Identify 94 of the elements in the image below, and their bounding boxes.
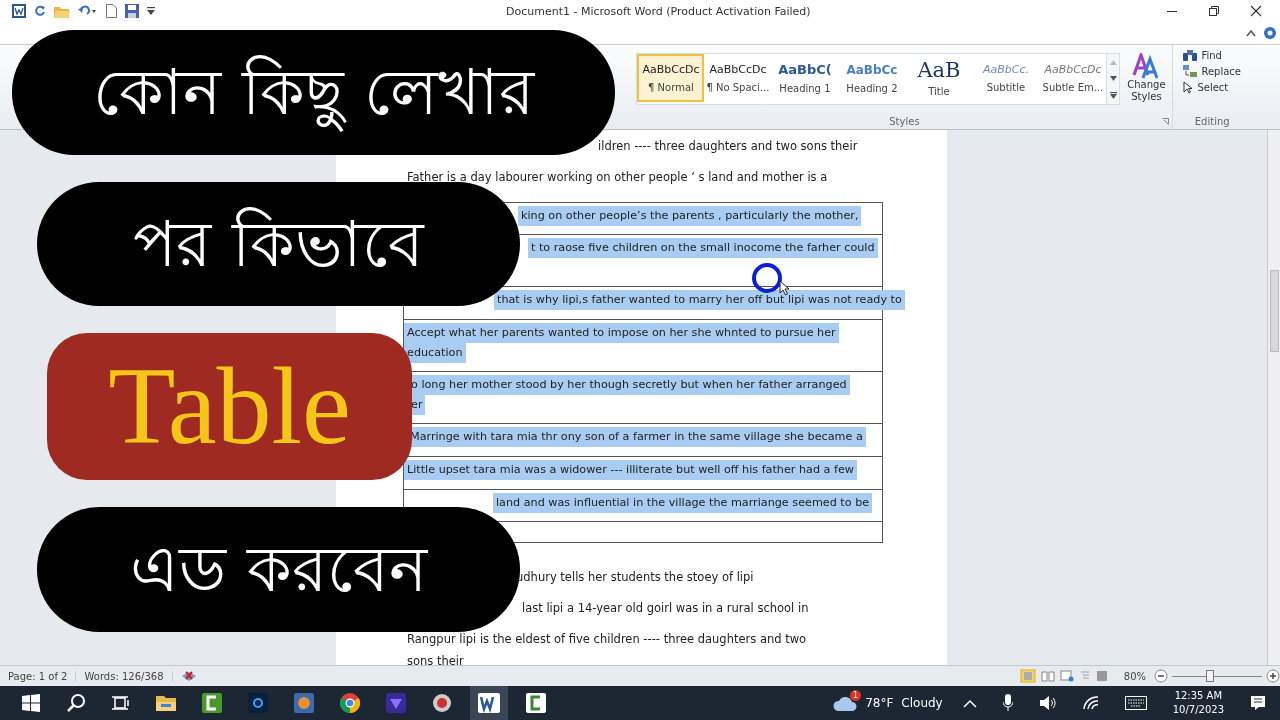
- notifications-icon[interactable]: [1250, 695, 1266, 711]
- style-item[interactable]: AaBbCc. Subtitle: [972, 54, 1040, 102]
- paragraph-line: Rangpur lipi is the eldest of five children ---- three daughters and two: [407, 631, 807, 646]
- pointer-icon: [1183, 81, 1194, 94]
- zoom-out-icon[interactable]: [1154, 669, 1168, 683]
- zoom-slider-thumb[interactable]: [1205, 670, 1214, 682]
- editing-button[interactable]: Find: [1181, 49, 1243, 62]
- style-sample: AaBbCcDc: [709, 63, 767, 76]
- caption-text: Table: [107, 344, 352, 470]
- window-title: Document1 - Microsoft Word (Product Activation Failed): [506, 4, 811, 18]
- repeat-icon[interactable]: [34, 5, 46, 17]
- mouse-pointer-icon: [779, 280, 790, 296]
- style-item[interactable]: AaBbCcDc ¶ No Spaci...: [704, 54, 772, 102]
- style-sample: AaB: [917, 59, 961, 80]
- style-item[interactable]: AaBbC( Heading 1: [771, 54, 839, 102]
- editing-button[interactable]: Select: [1181, 80, 1243, 95]
- group-label: Styles: [889, 116, 920, 127]
- notification-badge: 1: [850, 690, 862, 701]
- speaker-icon[interactable]: [1038, 695, 1057, 711]
- style-sample: AaBbCc: [846, 62, 898, 77]
- chevron-up-icon[interactable]: [962, 698, 977, 708]
- style-name: ¶ No Spaci...: [706, 82, 770, 93]
- help-icon[interactable]: [1264, 27, 1276, 39]
- table-cell-text: that is why lipi,s father wanted to marry her off but lipi was not ready to: [494, 290, 905, 310]
- table-cell-text: king on other people’s the parents , particularly the mother,: [518, 206, 862, 226]
- style-sample: AaBbC(: [778, 62, 832, 77]
- paragraph-line: sons their: [407, 654, 464, 665]
- record-icon[interactable]: [432, 693, 452, 713]
- word-count[interactable]: Words: 126/368: [76, 670, 173, 682]
- style-name: Title: [928, 85, 950, 97]
- globe-icon[interactable]: [294, 693, 314, 713]
- change-styles-icon: [1132, 53, 1161, 79]
- caption-text: পর কিভাবে: [132, 205, 426, 283]
- wifi-icon[interactable]: [1082, 696, 1099, 710]
- style-name: Subtitle: [986, 82, 1026, 93]
- style-item[interactable]: AaBbCc Heading 2: [838, 54, 906, 102]
- table-cell-text: Accept what her parents wanted to impose on her she whnted to pursue her: [404, 323, 839, 343]
- weather-condition[interactable]: Cloudy: [901, 696, 943, 710]
- new-document-icon[interactable]: [106, 4, 117, 18]
- page-count[interactable]: Page: 1 of 2: [0, 670, 77, 682]
- zoom-level[interactable]: 80%: [1115, 670, 1154, 682]
- clock-date[interactable]: 10/7/2023: [1172, 703, 1224, 717]
- paragraph-line: ildren ---- three daughters and two sons their: [598, 138, 858, 153]
- collapse-ribbon-icon[interactable]: [1246, 29, 1256, 37]
- clock-time[interactable]: 12:35 AM: [1174, 689, 1223, 703]
- temperature[interactable]: 78°F: [865, 696, 894, 710]
- dialog-launcher-icon[interactable]: [1162, 118, 1170, 125]
- app-icon[interactable]: [202, 693, 222, 713]
- microphone-icon[interactable]: [1002, 694, 1013, 712]
- more-icon[interactable]: [1109, 91, 1117, 99]
- change-styles-button[interactable]: Change Styles: [1120, 53, 1173, 103]
- group-label: Editing: [1193, 116, 1231, 129]
- zoom-in-icon[interactable]: [1266, 669, 1280, 683]
- proofing-icon[interactable]: [180, 669, 197, 683]
- style-name: Heading 2: [846, 82, 898, 94]
- start-icon[interactable]: [22, 694, 40, 712]
- word-icon: [478, 693, 500, 713]
- caption-text: কোন কিছু লেখার: [92, 54, 536, 134]
- style-sample: AaBbCcDc: [1044, 63, 1102, 76]
- table-cell-text: land and was influential in the village the marriange seemed to be: [493, 493, 873, 513]
- style-item[interactable]: AaBbCcDc Subtle Em...: [1039, 54, 1107, 102]
- web-layout-icon[interactable]: [1059, 670, 1074, 682]
- style-name: Subtle Em...: [1042, 82, 1104, 93]
- binoculars-icon: [1183, 50, 1198, 61]
- paragraph-line: Father is a day labourer working on other people ‘ s land and mother is a: [407, 169, 828, 184]
- restore-icon[interactable]: [1208, 5, 1220, 17]
- save-icon[interactable]: [125, 4, 139, 18]
- paragraph-line: last lipi a 14-year old goirl was in a rural school in: [522, 600, 809, 615]
- close-icon[interactable]: [1250, 5, 1262, 17]
- table-cell-text: t to raose five children on the small inocome the farher could: [528, 238, 878, 258]
- undo-icon[interactable]: [78, 5, 98, 17]
- replace-icon: [1183, 65, 1198, 77]
- style-name: ¶ Normal: [648, 82, 694, 93]
- editing-button[interactable]: Replace: [1181, 64, 1243, 78]
- scroll-down-icon[interactable]: [1109, 75, 1117, 81]
- app-icon[interactable]: [526, 693, 546, 713]
- word-taskbar-button[interactable]: [470, 686, 508, 720]
- style-sample: AaBbCcDc: [642, 63, 700, 76]
- customize-icon[interactable]: [147, 6, 155, 16]
- style-sample: AaBbCc.: [982, 63, 1029, 76]
- style-name: Heading 1: [779, 83, 831, 94]
- table-cell-text: Little upset tara mia was a widower --- illiterate but well off his father had a few: [404, 460, 857, 480]
- search-icon[interactable]: [66, 693, 86, 713]
- keyboard-icon[interactable]: [1124, 696, 1147, 710]
- word-icon[interactable]: [12, 4, 26, 18]
- task-view-icon[interactable]: [112, 695, 130, 711]
- chrome-icon[interactable]: [340, 693, 360, 713]
- gallery-scrollbar[interactable]: [1107, 53, 1121, 105]
- caption-text: এড করবেন: [129, 531, 429, 609]
- style-item[interactable]: AaBbCcDc ¶ Normal: [637, 54, 705, 102]
- style-item[interactable]: AaB Title: [905, 54, 973, 102]
- folder-icon[interactable]: [156, 695, 176, 711]
- gem-icon[interactable]: [386, 693, 406, 713]
- table-cell-text: education: [404, 343, 466, 363]
